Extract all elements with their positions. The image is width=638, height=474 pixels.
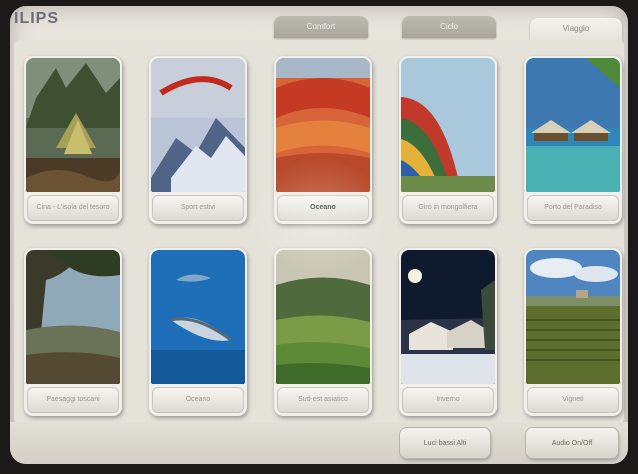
- program-card-sud-est-asiatico[interactable]: Sud-est asiatico: [274, 248, 372, 416]
- audio-toggle-button[interactable]: Audio On/Off: [526, 428, 618, 458]
- program-thumbnail: [26, 58, 120, 192]
- program-label: Inverno: [402, 387, 494, 413]
- program-grid: Cina - L'isola del tesoro Sport estivi O…: [14, 40, 624, 424]
- program-card-cina[interactable]: Cina - L'isola del tesoro: [24, 56, 122, 224]
- program-card-oceano-1[interactable]: Oceano: [274, 56, 372, 224]
- program-thumbnail: [526, 250, 620, 384]
- program-card-mongolfiera[interactable]: Giro in mongolfiera: [399, 56, 497, 224]
- program-label: Sud-est asiatico: [277, 387, 369, 413]
- program-thumbnail: [276, 58, 370, 192]
- program-label: Cina - L'isola del tesoro: [27, 195, 119, 221]
- program-thumbnail: [26, 250, 120, 384]
- program-thumbnail: [401, 250, 495, 384]
- program-label: Oceano: [277, 195, 369, 221]
- program-card-vigneti[interactable]: Vigneti: [524, 248, 622, 416]
- program-label: Giro in mongolfiera: [402, 195, 494, 221]
- tab-ciclo[interactable]: Ciclo: [402, 16, 496, 38]
- tab-comfort[interactable]: Comfort: [274, 16, 368, 38]
- program-card-inverno[interactable]: Inverno: [399, 248, 497, 416]
- program-label: Porto del Paradiso: [527, 195, 619, 221]
- program-label: Sport estivi: [152, 195, 244, 221]
- program-thumbnail: [401, 58, 495, 192]
- program-card-oceano-2[interactable]: Oceano: [149, 248, 247, 416]
- program-card-paesaggi-toscani[interactable]: Paesaggi toscani: [24, 248, 122, 416]
- program-label: Oceano: [152, 387, 244, 413]
- program-thumbnail: [151, 250, 245, 384]
- program-label: Paesaggi toscani: [27, 387, 119, 413]
- program-thumbnail: [276, 250, 370, 384]
- bottom-bar: Luci bassi Alti Audio On/Off: [10, 422, 628, 464]
- program-card-sport-estivi[interactable]: Sport estivi: [149, 56, 247, 224]
- program-card-porto-paradiso[interactable]: Porto del Paradiso: [524, 56, 622, 224]
- program-thumbnail: [526, 58, 620, 192]
- brand-logo: ILIPS: [14, 10, 60, 27]
- tab-viaggio[interactable]: Viaggio: [530, 18, 622, 42]
- lights-button[interactable]: Luci bassi Alti: [400, 428, 490, 458]
- program-thumbnail: [151, 58, 245, 192]
- touch-screen: ILIPS Comfort Ciclo Viaggio Cina - L'iso…: [10, 6, 628, 464]
- program-label: Vigneti: [527, 387, 619, 413]
